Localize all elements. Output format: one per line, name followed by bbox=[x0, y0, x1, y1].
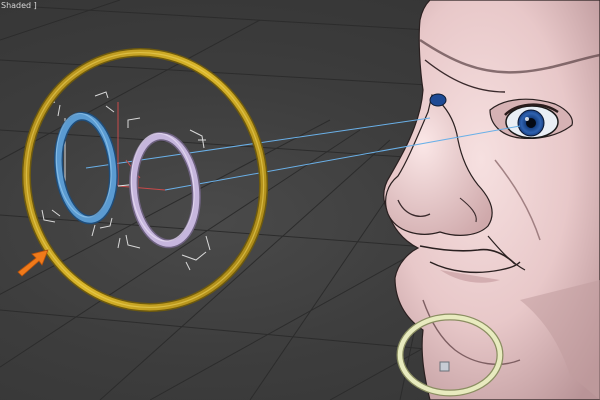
right-eye-target[interactable] bbox=[126, 130, 201, 249]
head-mesh[interactable] bbox=[383, 0, 600, 400]
scene-canvas[interactable] bbox=[0, 0, 600, 400]
arrow-icon bbox=[17, 249, 49, 277]
eye-look-at-control[interactable] bbox=[0, 27, 290, 332]
viewport-shading-label[interactable]: Shaded ] bbox=[0, 0, 39, 11]
eyeball[interactable] bbox=[504, 103, 559, 139]
viewport-3d[interactable]: Shaded ] bbox=[0, 0, 600, 400]
left-eye-target[interactable] bbox=[51, 111, 118, 225]
jaw-pivot-handle[interactable] bbox=[439, 361, 450, 372]
